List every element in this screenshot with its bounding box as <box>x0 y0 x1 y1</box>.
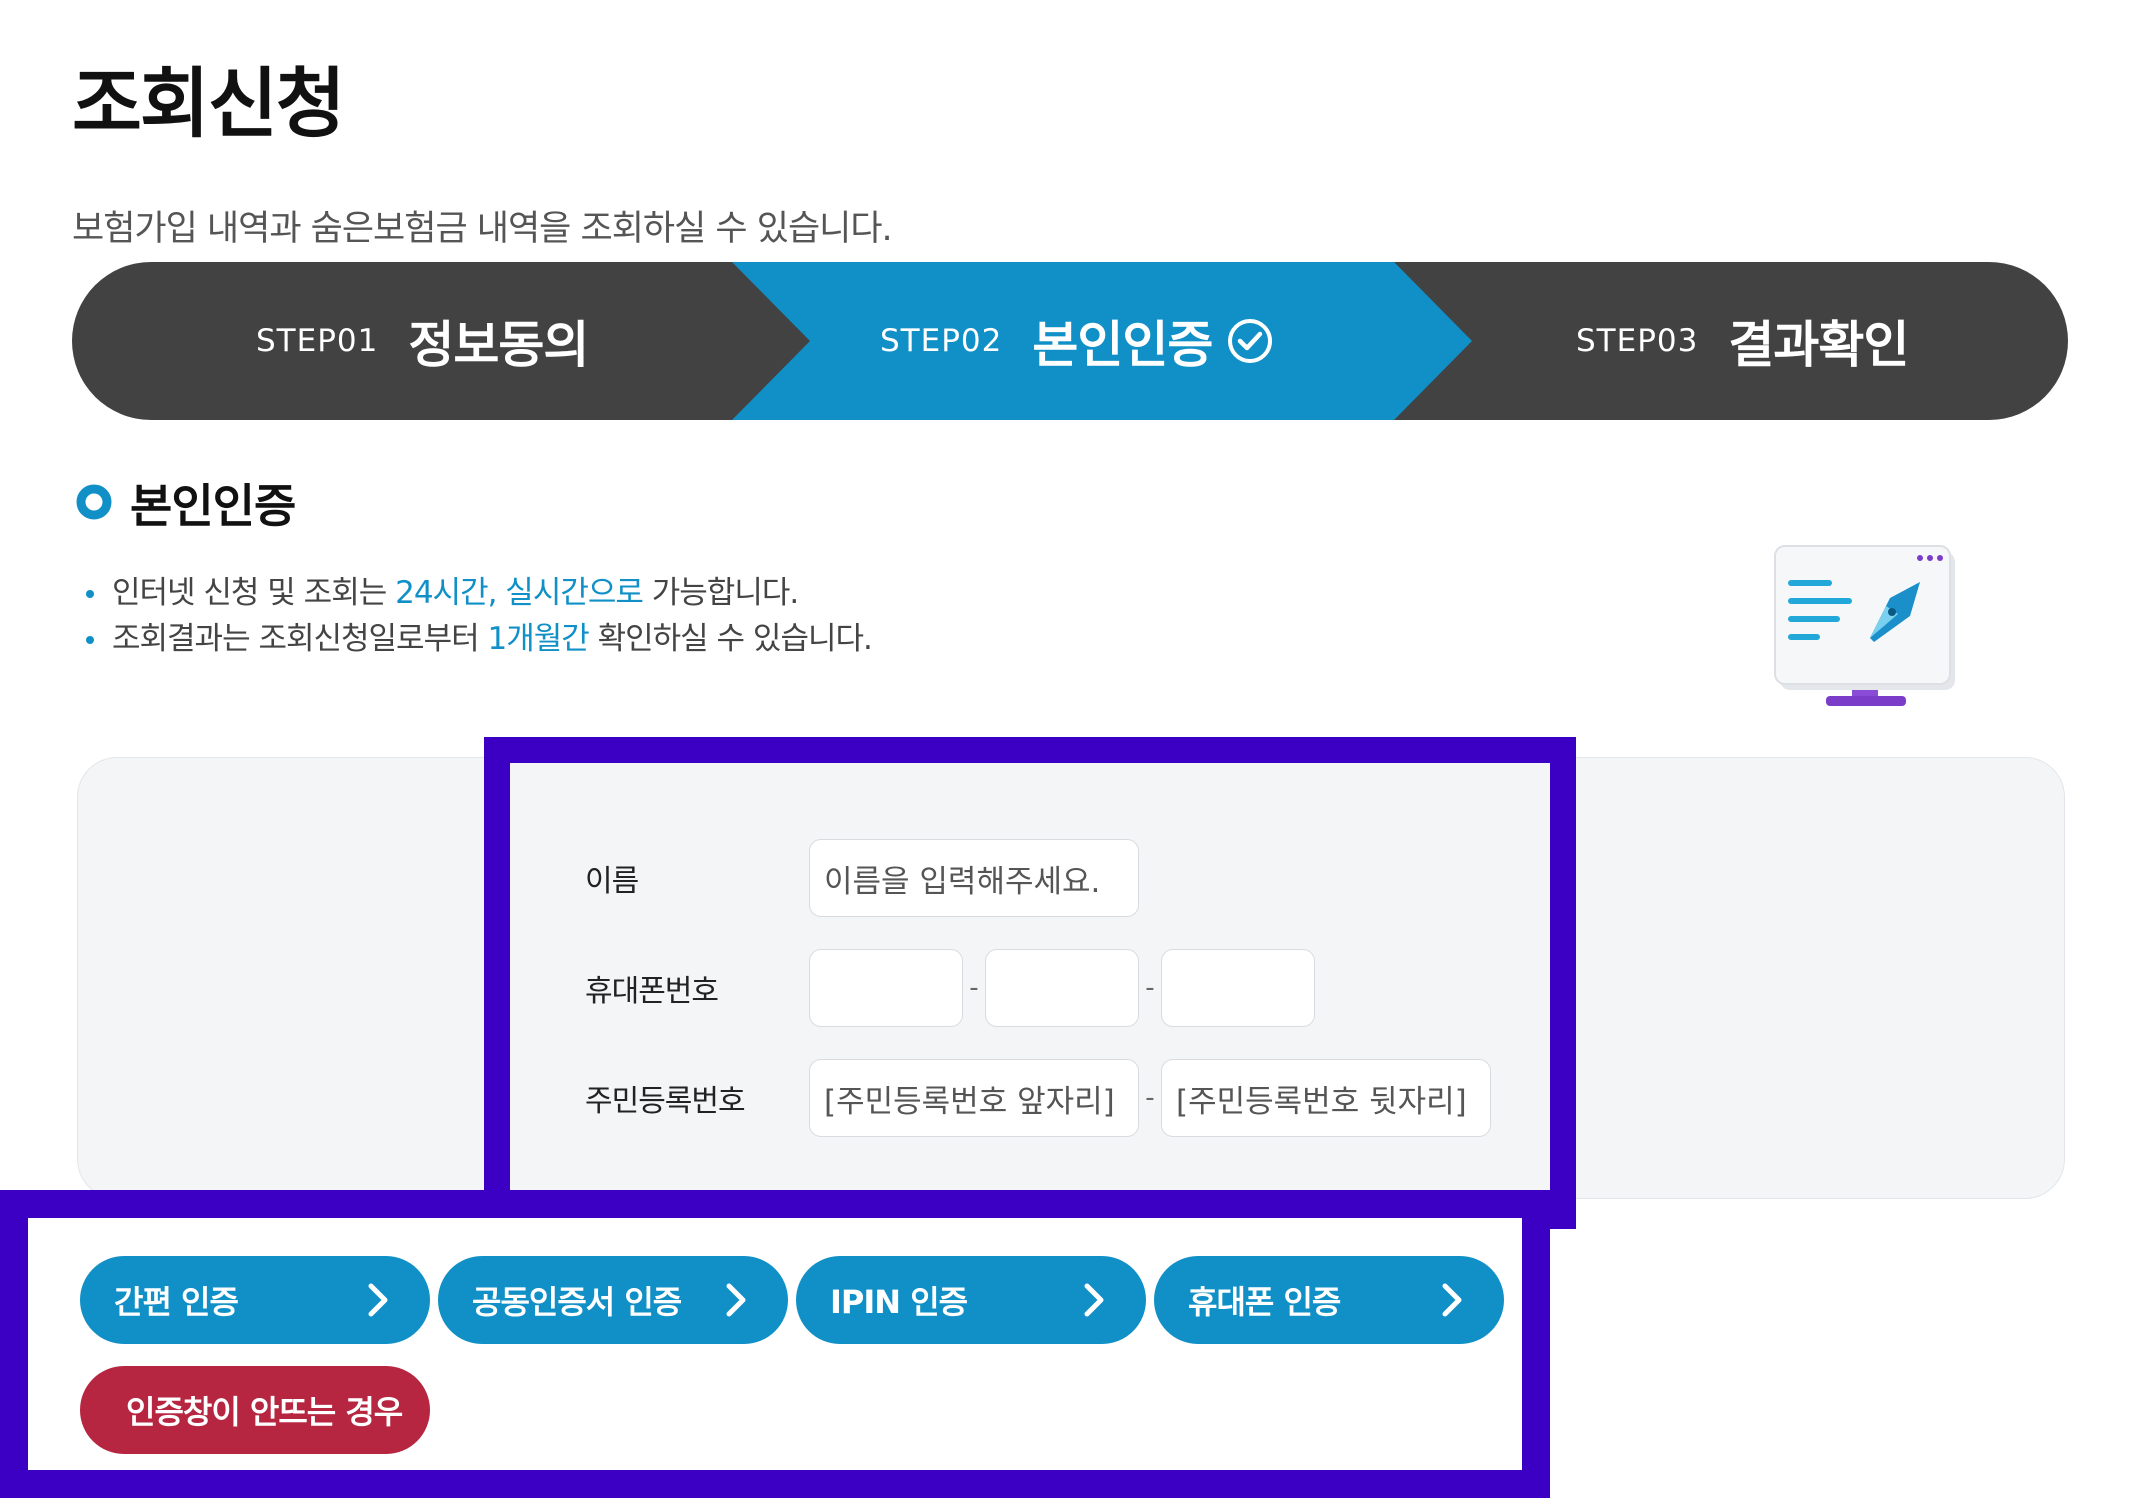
monitor-pen-illustration <box>1774 545 1955 706</box>
step-1: STEP01 정보동의 <box>256 262 589 420</box>
phone-separator: - <box>969 973 979 1003</box>
phone-separator: - <box>1145 973 1155 1003</box>
phone-auth-button[interactable]: 휴대폰 인증 <box>1154 1256 1504 1344</box>
page-title: 조회신청 <box>72 59 346 148</box>
rrn-separator: - <box>1145 1083 1155 1113</box>
rrn-row: 주민등록번호 [주민등록번호 앞자리] - [주민등록번호 뒷자리] <box>585 1058 1491 1138</box>
phone-part3-input[interactable] <box>1161 949 1315 1027</box>
phone-row: 휴대폰번호 - - <box>585 948 1315 1028</box>
page-description: 보험가입 내역과 숨은보험금 내역을 조회하실 수 있습니다. <box>72 209 893 249</box>
step-2: STEP02 본인인증 <box>880 262 1274 420</box>
chevron-right-icon <box>1442 1283 1462 1317</box>
step-2-name: 본인인증 <box>1032 316 1213 374</box>
step-1-name: 정보동의 <box>408 316 589 374</box>
name-row: 이름 이름을 입력해주세요. <box>585 838 1139 918</box>
chevron-right-icon <box>726 1283 746 1317</box>
phone-label: 휴대폰번호 <box>585 974 719 1009</box>
chevron-right-icon <box>1084 1283 1104 1317</box>
phone-part2-input[interactable] <box>985 949 1139 1027</box>
name-input[interactable]: 이름을 입력해주세요. <box>809 839 1139 917</box>
notice-item: 조회결과는 조회신청일로부터 1개월간 확인하실 수 있습니다. <box>84 616 873 662</box>
step-1-number: STEP01 <box>256 323 379 359</box>
step-3: STEP03 결과확인 <box>1576 262 1909 420</box>
ipin-auth-label: IPIN 인증 <box>830 1283 968 1321</box>
joint-cert-auth-label: 공동인증서 인증 <box>472 1283 682 1321</box>
step-2-number: STEP02 <box>880 323 1003 359</box>
name-label: 이름 <box>585 864 639 899</box>
rrn-back-input[interactable]: [주민등록번호 뒷자리] <box>1161 1059 1491 1137</box>
notice-item: 인터넷 신청 및 조회는 24시간, 실시간으로 가능합니다. <box>84 570 872 616</box>
notice-list: 인터넷 신청 및 조회는 24시간, 실시간으로 가능합니다. 조회결과는 조회… <box>84 570 873 662</box>
joint-cert-auth-button[interactable]: 공동인증서 인증 <box>438 1256 788 1344</box>
popup-help-button[interactable]: 인증창이 안뜨는 경우 <box>80 1366 430 1454</box>
section-title: 본인인증 <box>130 479 296 533</box>
phone-auth-label: 휴대폰 인증 <box>1188 1283 1341 1321</box>
step-progress-bar: STEP01 정보동의 STEP02 본인인증 STEP03 결과확인 <box>72 262 2068 420</box>
phone-part1-input[interactable] <box>809 949 963 1027</box>
rrn-front-input[interactable]: [주민등록번호 앞자리] <box>809 1059 1139 1137</box>
section-bullet-icon <box>76 484 112 520</box>
ipin-auth-button[interactable]: IPIN 인증 <box>796 1256 1146 1344</box>
popup-help-label: 인증창이 안뜨는 경우 <box>126 1393 403 1431</box>
step-3-name: 결과확인 <box>1728 316 1909 374</box>
rrn-label: 주민등록번호 <box>585 1084 746 1119</box>
step-3-number: STEP03 <box>1576 323 1699 359</box>
check-circle-icon <box>1226 317 1274 365</box>
chevron-right-icon <box>368 1283 388 1317</box>
simple-auth-label: 간편 인증 <box>114 1283 239 1321</box>
simple-auth-button[interactable]: 간편 인증 <box>80 1256 430 1344</box>
